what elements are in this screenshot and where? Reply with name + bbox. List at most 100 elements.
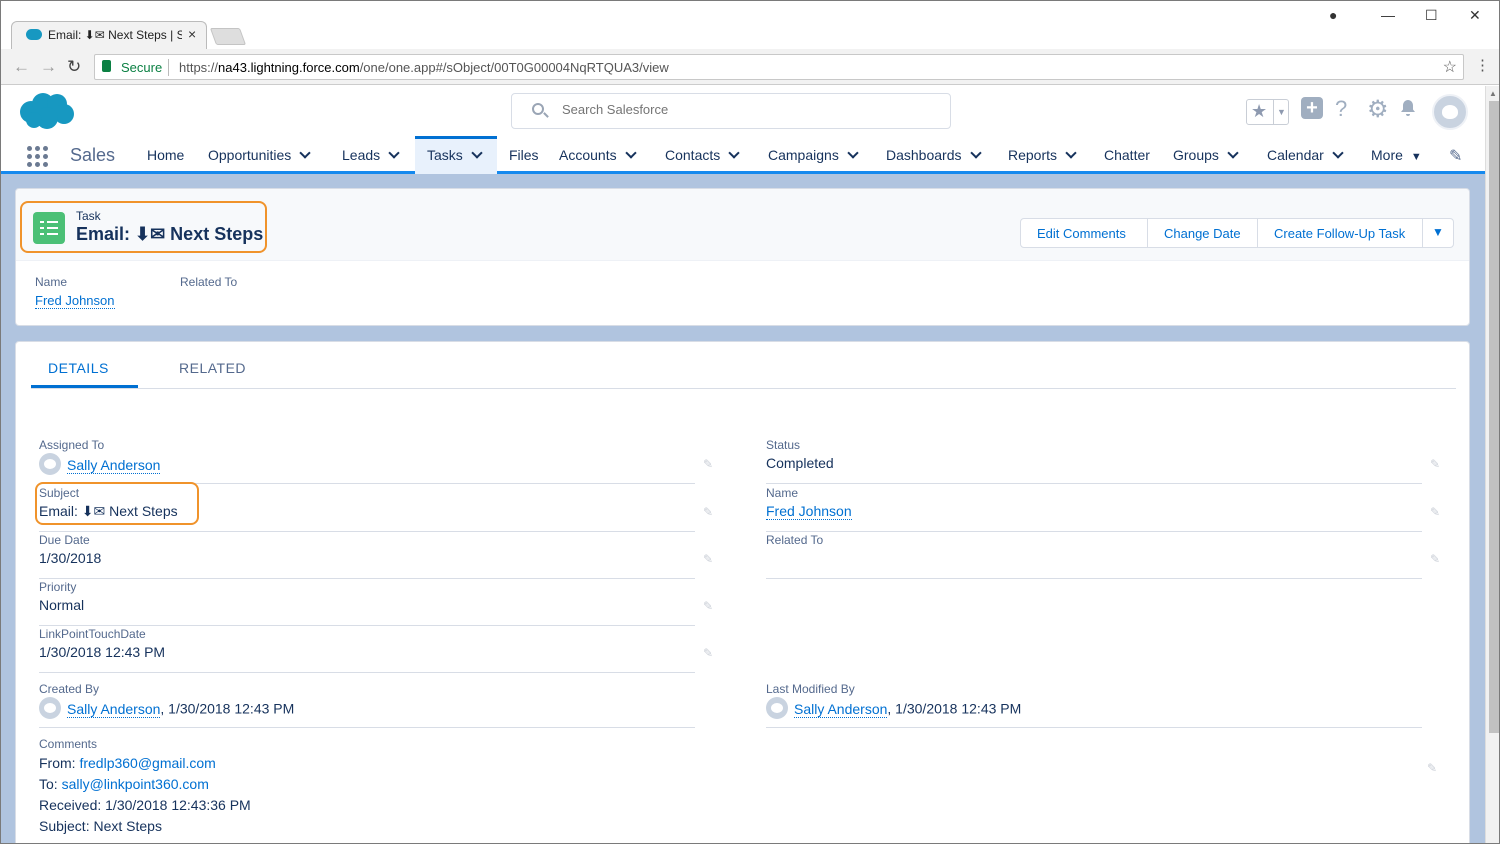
edit-pencil-icon[interactable]: ✎ [1427,761,1437,775]
from-email-link[interactable]: fredlp360@gmail.com [79,755,215,771]
edit-nav-pencil-icon[interactable]: ✎ [1449,146,1462,166]
edit-pencil-icon[interactable]: ✎ [703,599,713,613]
browser-menu-icon[interactable]: ⋮ [1475,56,1490,74]
caret-down-icon[interactable]: ▼ [1411,151,1422,163]
nav-item-groups[interactable]: Groups [1173,136,1239,174]
salesforce-logo[interactable] [17,92,77,130]
app-name: Sales [70,145,116,165]
app-launcher-icon[interactable] [27,146,49,168]
edit-pencil-icon[interactable]: ✎ [703,646,713,660]
favorites-button[interactable]: ★ ▼ [1246,99,1289,125]
url-input[interactable]: Secure https://na43.lightning.force.com/… [94,54,1464,80]
nav-item-contacts[interactable]: Contacts [665,136,740,174]
chevron-down-icon[interactable] [388,147,400,159]
sally-anderson-link[interactable]: Sally Anderson [794,700,888,718]
nav-item-accounts[interactable]: Accounts [559,136,637,174]
new-tab-button[interactable] [209,28,247,45]
edit-pencil-icon[interactable]: ✎ [703,552,713,566]
edit-pencil-icon[interactable]: ✎ [1430,457,1440,471]
fred-johnson-link[interactable]: Fred Johnson [35,293,115,309]
nav-item-chatter[interactable]: Chatter [1104,136,1150,174]
nav-item-dashboards[interactable]: Dashboards [886,136,982,174]
sally-anderson-link[interactable]: Sally Anderson [67,700,161,718]
edit-pencil-icon[interactable]: ✎ [703,505,713,519]
search-icon [532,103,544,115]
nav-item-tasks[interactable]: Tasks [415,136,497,174]
edit-pencil-icon[interactable]: ✎ [1430,505,1440,519]
url-text: https://na43.lightning.force.com/one/one… [179,60,669,75]
reload-icon[interactable]: ↻ [67,57,81,77]
bookmark-star-icon[interactable]: ☆ [1443,57,1457,77]
caret-down-icon[interactable]: ▼ [1273,100,1289,124]
salesforce-favicon-icon [26,29,42,40]
scroll-up-icon[interactable]: ▲ [1489,89,1497,98]
field-priority: Priority Normal ✎ [39,580,713,626]
chevron-down-icon[interactable] [969,147,982,159]
chevron-down-icon[interactable] [728,147,740,159]
user-avatar-icon [39,453,61,475]
create-follow-up-task-button[interactable]: Create Follow-Up Task [1257,218,1423,248]
chevron-down-icon[interactable] [471,147,483,159]
chevron-down-icon[interactable] [624,147,637,159]
field-status: Status Completed ✎ [766,438,1440,484]
close-window-button[interactable]: ✕ [1469,7,1481,24]
field-label: Related To [766,533,824,547]
field-label: Created By [39,682,100,696]
nav-item-campaigns[interactable]: Campaigns [768,136,859,174]
scrollbar-thumb[interactable] [1489,101,1499,733]
comment-subject: Subject: Next Steps [39,818,162,834]
field-label: Comments [39,737,98,751]
forward-icon[interactable]: → [40,57,57,77]
tab-related[interactable]: RELATED [179,360,246,376]
chevron-down-icon[interactable] [1227,147,1239,159]
nav-item-label: Contacts [665,147,721,163]
nav-item-label: More [1371,147,1403,163]
sally-anderson-link[interactable]: Sally Anderson [67,456,161,474]
tab-details[interactable]: DETAILS [48,360,109,376]
field-value: Sally Anderson, 1/30/2018 12:43 PM [39,697,294,721]
user-avatar[interactable] [1432,94,1468,130]
field-label: LinkPointTouchDate [39,627,146,641]
nav-item-reports[interactable]: Reports [1008,136,1077,174]
nav-item-home[interactable]: Home [147,136,184,174]
more-actions-dropdown[interactable]: ▼ [1422,218,1454,248]
back-icon[interactable]: ← [13,57,30,77]
setup-gear-icon[interactable]: ⚙ [1367,95,1389,124]
maximize-button[interactable]: ☐ [1425,7,1438,24]
browser-tab[interactable]: Email: ⬇✉ Next Steps | Sa × [11,21,207,49]
nav-item-calendar[interactable]: Calendar [1267,136,1344,174]
field-value: Completed [766,455,834,471]
highlight-name-link[interactable]: Fred Johnson [35,293,115,309]
chevron-down-icon[interactable] [299,147,311,159]
chevron-down-icon[interactable] [1065,147,1077,159]
nav-item-files[interactable]: Files [509,136,539,174]
field-value: 1/30/2018 [39,550,102,566]
nav-item-label: Campaigns [768,147,839,163]
chevron-down-icon[interactable] [1332,147,1344,159]
field-label: Priority [39,580,77,594]
chevron-down-icon[interactable] [847,147,859,159]
fred-johnson-link[interactable]: Fred Johnson [766,503,852,520]
page-scrollbar[interactable]: ▲ [1485,86,1499,843]
nav-item-label: Accounts [559,147,617,163]
nav-item-more[interactable]: More ▼ [1371,136,1422,174]
minimize-button[interactable]: — [1381,7,1395,23]
field-label: Assigned To [39,438,105,452]
to-email-link[interactable]: sally@linkpoint360.com [62,776,209,792]
nav-item-leads[interactable]: Leads [342,136,400,174]
global-create-icon[interactable]: + [1301,97,1323,119]
edit-pencil-icon[interactable]: ✎ [703,457,713,471]
notifications-bell-icon[interactable] [1398,98,1418,116]
edit-pencil-icon[interactable]: ✎ [1430,552,1440,566]
close-tab-icon[interactable]: × [188,26,196,42]
nav-item-label: Dashboards [886,147,962,163]
global-search[interactable] [511,93,951,129]
search-input[interactable] [562,102,922,117]
nav-item-opportunities[interactable]: Opportunities [208,136,311,174]
nav-item-label: Chatter [1104,147,1150,163]
help-icon[interactable]: ? [1335,96,1347,122]
edit-comments-button[interactable]: Edit Comments [1020,218,1148,248]
field-comments: Comments From: fredlp360@gmail.com To: s… [39,737,251,834]
profile-icon[interactable]: ● [1329,7,1337,23]
change-date-button[interactable]: Change Date [1147,218,1258,248]
